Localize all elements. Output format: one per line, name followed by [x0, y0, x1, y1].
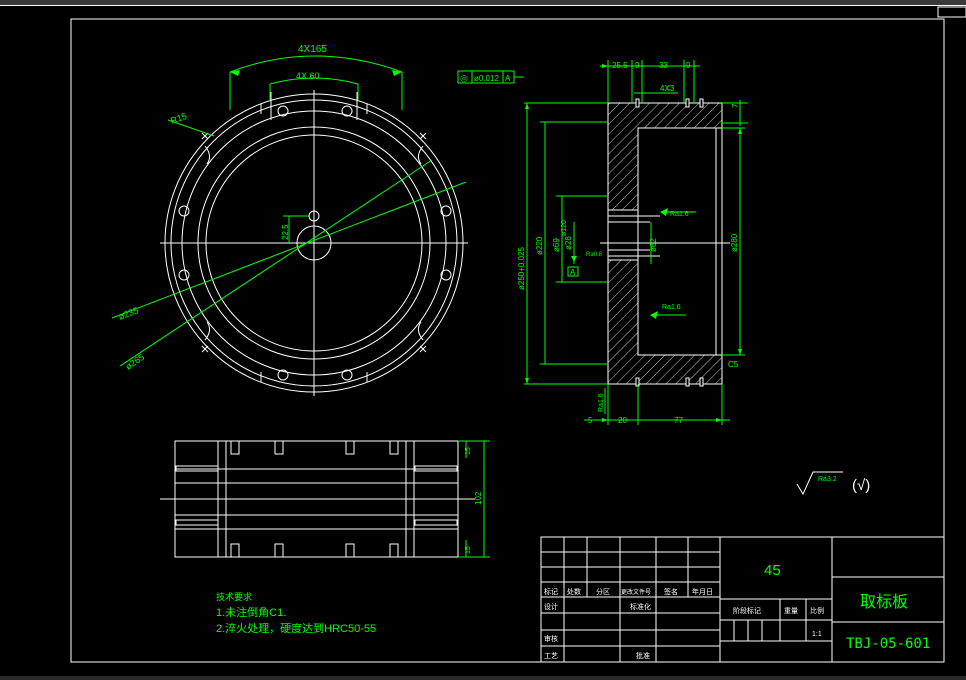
- scale-value: 1:1: [812, 631, 822, 638]
- note-1: 1.未注倒角C1.: [216, 605, 286, 619]
- dim-center: ø62: [649, 238, 658, 252]
- dim-side-step-bottom: 15: [465, 546, 472, 554]
- dim-right: ø280: [730, 233, 739, 252]
- roughness-suffix: (√): [852, 477, 870, 494]
- roughness-note: Ra3.2 (√): [796, 471, 870, 496]
- dim-bottom-1: 5: [588, 416, 593, 425]
- section-view: ◎ ø0.012 A 25.5 9 33 9 4X3 7 ø250+0.025 …: [457, 60, 748, 425]
- dim-left-outer: ø250+0.025: [517, 247, 526, 290]
- ra-face: Ra1.6: [662, 304, 681, 311]
- stage-header-1: 阶段标记: [733, 606, 761, 615]
- dim-arc-outer: 4X165: [298, 44, 327, 55]
- material: 45: [764, 562, 781, 579]
- tolerance-datum: A: [505, 74, 511, 83]
- front-view: 4X165 4X 60 R15 ø235 ø265 22.5: [111, 44, 468, 396]
- dim-top-2: 9: [635, 61, 640, 70]
- title-block: 45 取标板 TBJ-05-601 1:1 阶段标记 重量 比例 标记 处数 分…: [540, 536, 945, 663]
- dim-radius: R15: [169, 111, 188, 126]
- row-standardization: 标准化: [630, 602, 651, 611]
- dim-top-1: 25.5: [612, 61, 628, 70]
- header-sign: 签名: [664, 587, 678, 596]
- dim-bottom-3: 77: [674, 416, 683, 425]
- dim-side-height: 102: [474, 491, 483, 505]
- dim-arc-inner: 4X 60: [296, 71, 320, 81]
- side-view: 102 15 15: [160, 440, 490, 558]
- header-count: 处数: [567, 587, 581, 596]
- ra-bottom: Ra1.6: [598, 393, 605, 412]
- tolerance-value: ø0.012: [474, 74, 499, 83]
- dim-outer-diameter: ø265: [124, 352, 147, 372]
- header-change-doc: 更改文件号: [621, 588, 651, 596]
- dim-top-3: 33: [659, 61, 668, 70]
- ra-center: Ra1.6: [670, 211, 689, 218]
- dim-hole-offset: 22.5: [281, 224, 290, 240]
- ra-small: Ra0.8: [586, 252, 603, 258]
- stage-header-3: 比例: [810, 606, 824, 615]
- cad-drawing-canvas: 4X165 4X 60 R15 ø235 ø265 22.5 ◎ ø0.012 …: [0, 0, 966, 680]
- note-2: 2.淬火处理，硬度达到HRC50-55: [216, 621, 376, 635]
- row-design: 设计: [544, 602, 558, 611]
- dim-slot: 4X3: [660, 84, 675, 93]
- part-name: 取标板: [860, 593, 908, 611]
- header-date: 年月日: [692, 587, 713, 596]
- dim-left-2: ø220: [535, 236, 544, 255]
- notes-heading: 技术要求: [216, 591, 252, 602]
- dim-bottom-2: 20: [618, 416, 627, 425]
- dim-left-4: ø28: [564, 236, 573, 250]
- row-process: 工艺: [544, 652, 558, 660]
- header-mark: 标记: [544, 587, 558, 596]
- row-check: 审核: [544, 634, 558, 643]
- dim-side-step-top: 15: [465, 447, 472, 455]
- header-zone: 分区: [596, 587, 610, 596]
- dim-inner-left: ø120: [561, 220, 568, 236]
- dim-left-3: ø69: [552, 238, 561, 252]
- dim-bolt-circle: ø235: [117, 305, 140, 322]
- technical-notes: 技术要求 1.未注倒角C1. 2.淬火处理，硬度达到HRC50-55: [216, 591, 376, 635]
- roughness-value: Ra3.2: [818, 476, 837, 483]
- stage-header-2: 重量: [784, 607, 798, 615]
- datum-label: A: [570, 268, 576, 277]
- drawing-code: TBJ-05-601: [846, 636, 930, 652]
- dim-chamfer: C5: [728, 360, 739, 369]
- dim-top-4: 9: [686, 61, 691, 70]
- tolerance-symbol: ◎: [460, 73, 468, 83]
- dim-right-top: 7: [731, 103, 740, 108]
- row-approve: 批准: [636, 651, 650, 660]
